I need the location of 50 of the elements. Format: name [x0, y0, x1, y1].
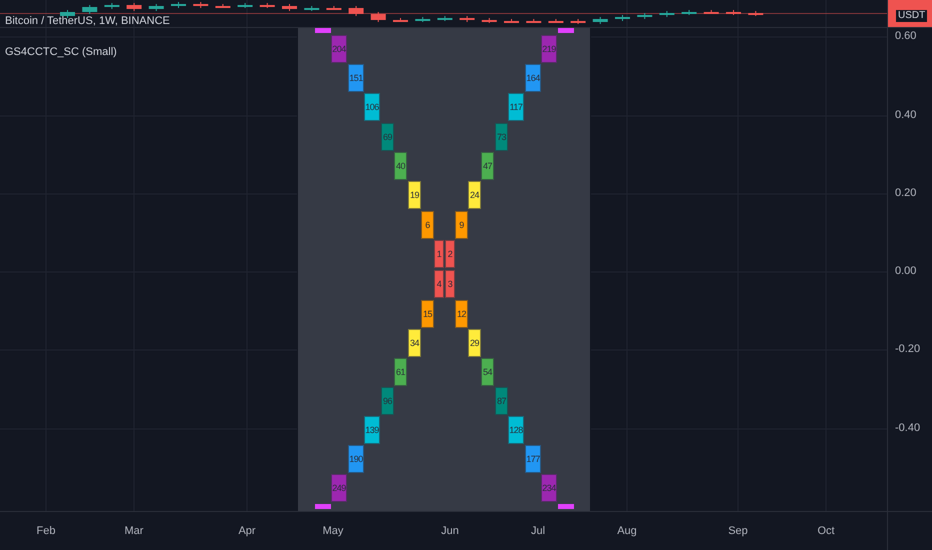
axis-label: Jun [441, 526, 459, 537]
count-cell: 24 [468, 181, 481, 209]
count-cell: 96 [381, 387, 394, 415]
count-cell: 204 [331, 35, 347, 63]
axis-label: Sep [728, 526, 748, 537]
count-cell: 9 [455, 211, 468, 239]
axis-label: 0.20 [895, 188, 916, 199]
count-cell: 1 [434, 240, 444, 268]
count-cell: 164 [525, 64, 541, 92]
count-cell: 73 [495, 123, 508, 151]
axis-label: Apr [238, 526, 256, 537]
axis-label: Oct [817, 526, 835, 537]
count-cell: 117 [508, 93, 524, 121]
count-cell: 6 [421, 211, 434, 239]
count-cell: 61 [394, 358, 407, 386]
count-cell: 15 [421, 300, 434, 328]
axis-label: 0.60 [895, 31, 916, 42]
count-cell: 19 [408, 181, 421, 209]
count-cell: 40 [394, 152, 407, 180]
axis-label: Jul [530, 526, 546, 537]
axis-label: May [322, 526, 344, 537]
count-cell: 47 [481, 152, 494, 180]
count-cell: 54 [481, 358, 494, 386]
count-cell: 249 [331, 474, 347, 502]
count-cell: 190 [348, 445, 364, 473]
count-cell: 139 [364, 416, 380, 444]
axis-label: 0.40 [895, 110, 916, 121]
currency-tag: USDT [896, 10, 928, 22]
count-cell: 69 [381, 123, 394, 151]
axis-label: Feb [36, 526, 56, 537]
count-cell: 128 [508, 416, 524, 444]
count-cell: 12 [455, 300, 468, 328]
axis-label: 0.00 [895, 266, 916, 277]
indicator-name: GS4CCTC_SC (Small) [5, 46, 117, 59]
count-cell: 234 [541, 474, 557, 502]
count-cell: 219 [541, 35, 557, 63]
count-cell: 3 [445, 270, 455, 298]
axis-label: Mar [124, 526, 144, 537]
axis-label: -0.20 [895, 344, 920, 355]
count-cell: 106 [364, 93, 380, 121]
axis-label: -0.40 [895, 423, 920, 434]
count-cell: 2 [445, 240, 455, 268]
chart-legend: Bitcoin / TetherUS, 1W, BINANCE [5, 15, 170, 27]
count-cell: 151 [348, 64, 364, 92]
count-cell: 34 [408, 329, 421, 357]
count-cell: 29 [468, 329, 481, 357]
count-cell: 4 [434, 270, 444, 298]
count-cell: 177 [525, 445, 541, 473]
axis-label: Aug [617, 526, 637, 537]
count-cell: 87 [495, 387, 508, 415]
